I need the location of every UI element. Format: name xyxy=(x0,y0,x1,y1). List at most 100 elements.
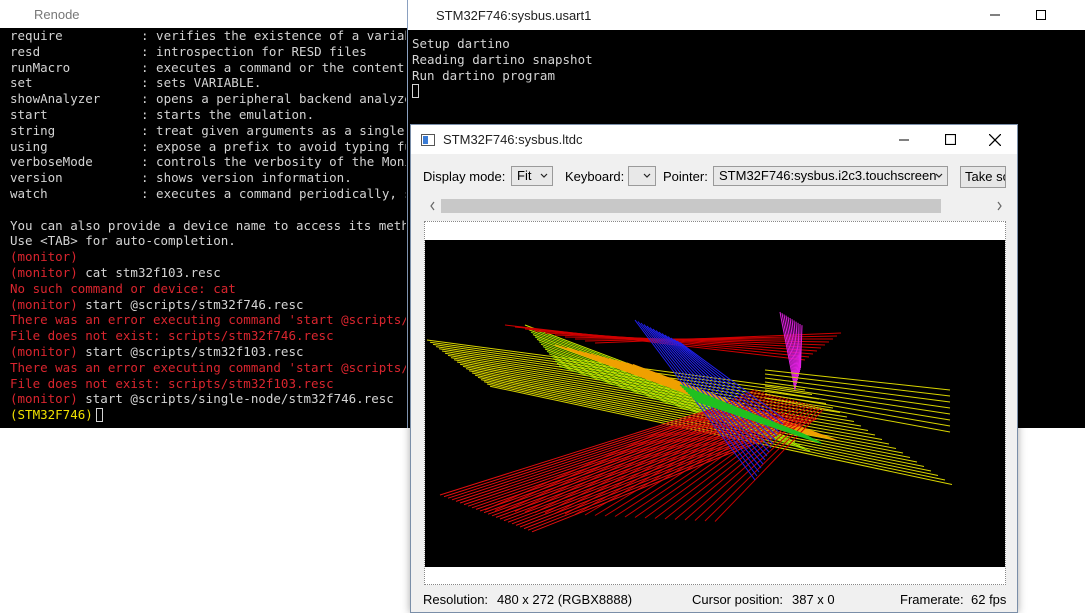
display-mode-value: Fit xyxy=(517,168,532,183)
chevron-down-icon xyxy=(540,173,548,178)
help-hint: Use <TAB> for auto-completion. xyxy=(10,233,236,249)
minimize-icon xyxy=(990,14,1000,16)
help-row: watch : executes a command periodically, … xyxy=(10,186,406,202)
help-command: start xyxy=(10,106,48,122)
help-description: : sets VARIABLE. xyxy=(141,75,262,91)
monitor-command: start @scripts/single-node/stm32f746.res… xyxy=(77,391,394,407)
help-description: : shows version information. xyxy=(141,170,352,186)
scroll-right-icon[interactable] xyxy=(993,197,1005,215)
take-screenshot-label: Take scr xyxy=(965,169,1005,184)
scroll-left-icon[interactable] xyxy=(427,197,439,215)
help-row: set : sets VARIABLE. xyxy=(10,75,406,91)
monitor-line: (monitor) start @scripts/stm32f746.resc xyxy=(10,297,406,313)
help-description: : expose a prefix to avoid typing ful xyxy=(141,138,406,154)
monitor-line: (monitor) start @scripts/stm32f103.resc xyxy=(10,344,406,360)
help-command: using xyxy=(10,138,48,154)
error-line: There was an error executing command 'st… xyxy=(10,312,406,328)
usart-output-line: Reading dartino snapshot xyxy=(412,51,593,67)
monitor-line: (monitor) cat stm32f103.resc xyxy=(10,265,406,281)
ltdc-minimize-button[interactable] xyxy=(881,125,927,154)
help-row: showAnalyzer: opens a peripheral backend… xyxy=(10,91,406,107)
minimize-icon xyxy=(899,139,909,140)
monitor-prompt: (monitor) xyxy=(10,296,78,312)
text-cursor xyxy=(95,408,103,423)
pointer-select[interactable]: STM32F746:sysbus.i2c3.touchscreen xyxy=(713,166,948,186)
window-app-icon xyxy=(421,133,435,146)
help-description: : starts the emulation. xyxy=(141,106,315,122)
help-command: string xyxy=(10,122,56,138)
monitor-prompt: (monitor) xyxy=(10,343,78,359)
ltdc-toolbar: Display mode: Fit Keyboard: Pointer: STM… xyxy=(411,154,1017,196)
help-command: watch xyxy=(10,185,48,201)
monitor-line: (monitor) xyxy=(10,249,406,265)
resolution-value: 480 x 272 (RGBX8888) xyxy=(497,592,633,607)
monitor-command: start @scripts/stm32f103.resc xyxy=(77,343,304,359)
current-prompt-line: (STM32F746) xyxy=(10,407,406,423)
renode-title: Renode xyxy=(34,6,80,22)
help-command: require xyxy=(10,28,63,43)
help-command: runMacro xyxy=(10,59,71,75)
cursor-position-value: 387 x 0 xyxy=(792,592,835,607)
chevron-down-icon xyxy=(643,173,651,178)
help-hint: You can also provide a device name to ac… xyxy=(10,217,406,233)
monitor-command: cat stm32f103.resc xyxy=(77,264,221,280)
framerate-value: 62 fps xyxy=(971,592,1007,607)
ltdc-title: STM32F746:sysbus.ltdc xyxy=(443,132,583,147)
help-description: : opens a peripheral backend analyzer xyxy=(141,91,406,107)
renode-terminal[interactable]: require : verifies the existence of a var… xyxy=(0,28,406,424)
maximize-icon xyxy=(1036,10,1046,20)
take-screenshot-button[interactable]: Take scr xyxy=(960,166,1006,188)
horizontal-scrollbar[interactable] xyxy=(425,197,1007,215)
help-description: : controls the verbosity of the Monit xyxy=(141,154,406,170)
framebuffer-display[interactable] xyxy=(425,240,1005,567)
help-row: require : verifies the existence of a var… xyxy=(10,28,406,44)
renode-window: Renode require : verifies the existence o… xyxy=(0,0,408,428)
help-description: : introspection for RESD files xyxy=(141,43,367,59)
renode-titlebar[interactable]: Renode xyxy=(0,0,408,28)
pointer-value: STM32F746:sysbus.i2c3.touchscreen xyxy=(719,168,937,183)
framerate-label: Framerate: xyxy=(900,592,964,607)
help-command: resd xyxy=(10,43,41,59)
current-prompt: (STM32F746) xyxy=(10,407,93,423)
help-description: : verifies the existence of a variab xyxy=(141,28,406,43)
error-line: File does not exist: scripts/stm32f746.r… xyxy=(10,328,334,344)
error-line: File does not exist: scripts/stm32f103.r… xyxy=(10,375,334,391)
scrollbar-thumb[interactable] xyxy=(441,199,941,213)
cursor-position-label: Cursor position: xyxy=(692,592,784,607)
keyboard-label: Keyboard: xyxy=(565,169,625,184)
ltdc-window: STM32F746:sysbus.ltdc Display mode: Fit … xyxy=(410,124,1018,613)
chevron-down-icon xyxy=(935,173,943,178)
help-row: string : treat given arguments as a singl… xyxy=(10,123,406,139)
monitor-command: start @scripts/stm32f746.resc xyxy=(77,296,304,312)
usart-output-line: Setup dartino xyxy=(412,36,510,51)
help-row: resd : introspection for RESD files xyxy=(10,44,406,60)
display-mode-select[interactable]: Fit xyxy=(511,166,553,186)
display-mode-label: Display mode: xyxy=(423,169,506,184)
ltdc-close-button[interactable] xyxy=(972,125,1018,154)
usart-cursor-line xyxy=(412,83,1085,99)
error-line: No such command or device: cat xyxy=(10,280,236,296)
keyboard-select[interactable] xyxy=(628,166,656,186)
monitor-prompt: (monitor) xyxy=(10,264,78,280)
monitor-line: (monitor) start @scripts/single-node/stm… xyxy=(10,391,406,407)
help-row: start : starts the emulation. xyxy=(10,107,406,123)
resolution-label: Resolution: xyxy=(423,592,489,607)
close-icon xyxy=(989,133,1001,146)
ltdc-maximize-button[interactable] xyxy=(927,125,973,154)
ltdc-statusbar: Resolution: 480 x 272 (RGBX8888) Cursor … xyxy=(411,587,1017,613)
usart-title: STM32F746:sysbus.usart1 xyxy=(436,7,592,23)
usart-maximize-button[interactable] xyxy=(1018,0,1064,30)
help-description: : treat given arguments as a single s xyxy=(141,122,406,138)
help-command: set xyxy=(10,75,33,91)
help-row: using : expose a prefix to avoid typing f… xyxy=(10,139,406,155)
help-command: version xyxy=(10,170,63,186)
text-cursor xyxy=(412,84,419,99)
help-description: : executes a command periodically, sh xyxy=(141,185,406,201)
help-row: version : shows version information. xyxy=(10,170,406,186)
monitor-prompt: (monitor) xyxy=(10,391,78,407)
usart-minimize-button[interactable] xyxy=(972,0,1018,30)
framebuffer-render xyxy=(426,311,953,533)
help-row: runMacro: executes a command or the cont… xyxy=(10,60,406,76)
usart-output-line: Run dartino program xyxy=(412,67,555,83)
